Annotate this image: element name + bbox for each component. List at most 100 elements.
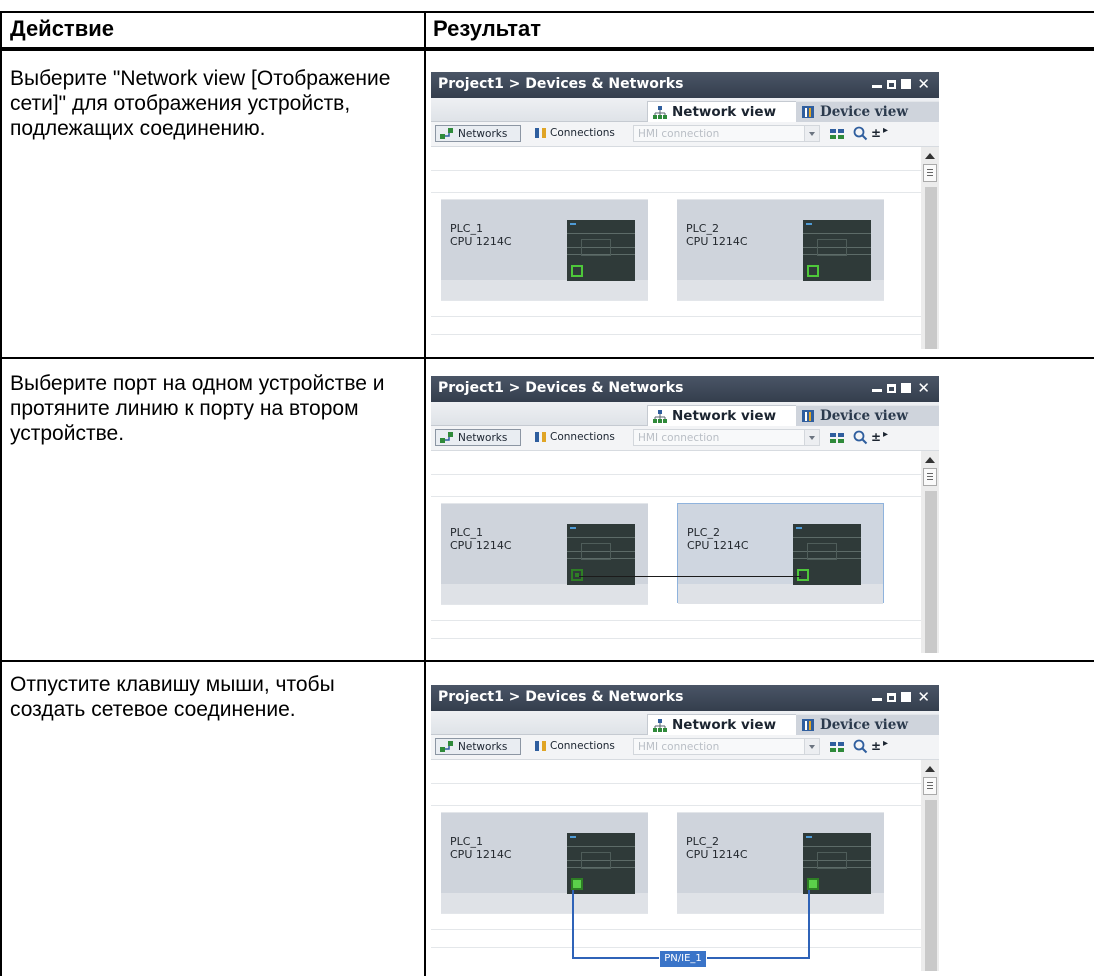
networks-button[interactable]: Networks — [435, 125, 521, 142]
networks-button-label: Networks — [458, 128, 508, 140]
zoom-icon[interactable] — [853, 739, 869, 755]
zoom-icon[interactable] — [853, 126, 869, 142]
device-view-icon — [802, 106, 814, 118]
header-action: Действие — [10, 16, 114, 41]
networks-button[interactable]: Networks — [435, 429, 521, 446]
device-view-icon — [802, 410, 814, 422]
action-text-3: Отпустите клавишу мыши, чтобы создать се… — [10, 673, 335, 721]
toolbar-more-icon[interactable]: ▸ — [883, 429, 888, 440]
restore-icon[interactable] — [887, 384, 897, 393]
network-canvas[interactable]: PLC_1 CPU 1214C PLC_2 CPU 1214C PN/IE_1 — [431, 760, 921, 971]
vertical-scrollbar[interactable] — [921, 760, 939, 971]
connections-button[interactable]: Connections — [530, 429, 626, 446]
dropdown-icon[interactable] — [804, 430, 819, 445]
minimize-icon[interactable] — [872, 389, 883, 392]
window-title: Project1 > Devices & Networks — [438, 380, 684, 396]
plc-1-port[interactable] — [571, 265, 583, 277]
tab-network-view[interactable]: Network view — [647, 714, 821, 735]
minimize-icon[interactable] — [872, 698, 883, 701]
show-addresses-icon[interactable] — [829, 430, 845, 446]
plc-1-module — [567, 833, 635, 894]
zoom-stepper[interactable]: ± — [871, 739, 881, 753]
connection-type-select[interactable]: HMI connection — [633, 429, 820, 446]
plc-2-device[interactable]: PLC_2 CPU 1214C — [677, 503, 884, 604]
plc-2-port[interactable] — [797, 569, 809, 581]
plc-2-port[interactable] — [807, 265, 819, 277]
plc-2-device[interactable]: PLC_2 CPU 1214C — [677, 812, 884, 914]
close-icon[interactable]: ✕ — [917, 688, 933, 706]
plc-2-port[interactable] — [807, 878, 819, 890]
plc-2-module — [793, 524, 861, 585]
plc-2-module — [803, 220, 871, 281]
connection-type-value: HMI connection — [638, 741, 720, 753]
table-header-border — [0, 47, 1094, 51]
network-canvas[interactable]: PLC_1 CPU 1214C PLC_2 CPU 1214C — [431, 147, 921, 349]
networks-button-label: Networks — [458, 741, 508, 753]
scroll-up-icon[interactable] — [925, 457, 935, 463]
scroll-up-icon[interactable] — [925, 153, 935, 159]
minimize-icon[interactable] — [872, 85, 883, 88]
show-addresses-icon[interactable] — [829, 739, 845, 755]
vertical-scrollbar[interactable] — [921, 147, 939, 349]
scroll-thumb[interactable] — [923, 777, 937, 795]
toolbar: Networks Connections HMI connection ± ▸ — [431, 426, 939, 451]
result-screenshot-2: Project1 > Devices & Networks ✕ Network … — [431, 376, 939, 653]
plc-1-port[interactable] — [571, 569, 583, 581]
table-top-border — [0, 11, 1094, 13]
networks-button[interactable]: Networks — [435, 738, 521, 755]
connections-button[interactable]: Connections — [530, 125, 626, 142]
toolbar-more-icon[interactable]: ▸ — [883, 738, 888, 749]
plc-2-name-label: PLC_2 CPU 1214C — [687, 526, 749, 552]
connection-type-select[interactable]: HMI connection — [633, 125, 820, 142]
restore-icon[interactable] — [887, 693, 897, 702]
tab-network-view-label: Network view — [672, 408, 777, 424]
plc-1-device[interactable]: PLC_1 CPU 1214C — [441, 199, 648, 301]
drag-connection-line — [579, 576, 801, 577]
connection-type-value: HMI connection — [638, 128, 720, 140]
connections-button[interactable]: Connections — [530, 738, 626, 755]
connection-type-select[interactable]: HMI connection — [633, 738, 820, 755]
close-icon[interactable]: ✕ — [917, 379, 933, 397]
connection-type-value: HMI connection — [638, 432, 720, 444]
tab-network-view[interactable]: Network view — [647, 101, 821, 122]
maximize-icon[interactable] — [901, 79, 912, 89]
close-icon[interactable]: ✕ — [917, 75, 933, 93]
networks-icon — [440, 741, 453, 752]
window-titlebar: Project1 > Devices & Networks ✕ — [431, 376, 939, 402]
plc-2-module — [803, 833, 871, 894]
toolbar-more-icon[interactable]: ▸ — [883, 125, 888, 136]
network-canvas[interactable]: PLC_1 CPU 1214C PLC_2 CPU 1214C — [431, 451, 921, 653]
networks-icon — [440, 128, 453, 139]
view-tabs: Network view Device view — [431, 402, 939, 507]
scroll-thumb[interactable] — [923, 468, 937, 486]
plc-1-device[interactable]: PLC_1 CPU 1214C — [441, 812, 648, 914]
plc-1-device[interactable]: PLC_1 CPU 1214C — [441, 503, 648, 605]
action-text-2: Выберите порт на одном устройстве и прот… — [10, 372, 385, 445]
plc-2-device[interactable]: PLC_2 CPU 1214C — [677, 199, 884, 301]
restore-icon[interactable] — [887, 80, 897, 89]
tab-network-view-label: Network view — [672, 717, 777, 733]
window-title: Project1 > Devices & Networks — [438, 689, 684, 705]
zoom-icon[interactable] — [853, 430, 869, 446]
action-text-1: Выберите "Network view [Отображение сети… — [10, 67, 391, 140]
network-view-icon — [653, 410, 667, 423]
toolbar: Networks Connections HMI connection ± ▸ — [431, 735, 939, 760]
zoom-stepper[interactable]: ± — [871, 430, 881, 444]
dropdown-icon[interactable] — [804, 739, 819, 754]
dropdown-icon[interactable] — [804, 126, 819, 141]
tab-network-view[interactable]: Network view — [647, 405, 821, 426]
scroll-up-icon[interactable] — [925, 766, 935, 772]
tab-device-view-label: Device view — [820, 717, 908, 733]
scroll-thumb[interactable] — [923, 164, 937, 182]
maximize-icon[interactable] — [901, 692, 912, 702]
subnet-label[interactable]: PN/IE_1 — [659, 950, 707, 968]
maximize-icon[interactable] — [901, 383, 912, 393]
column-divider — [424, 11, 426, 976]
network-view-icon — [653, 106, 667, 119]
plc-1-port[interactable] — [571, 878, 583, 890]
show-addresses-icon[interactable] — [829, 126, 845, 142]
vertical-scrollbar[interactable] — [921, 451, 939, 653]
result-screenshot-3: Project1 > Devices & Networks ✕ Network … — [431, 685, 939, 971]
zoom-stepper[interactable]: ± — [871, 126, 881, 140]
window-titlebar: Project1 > Devices & Networks ✕ — [431, 72, 939, 98]
